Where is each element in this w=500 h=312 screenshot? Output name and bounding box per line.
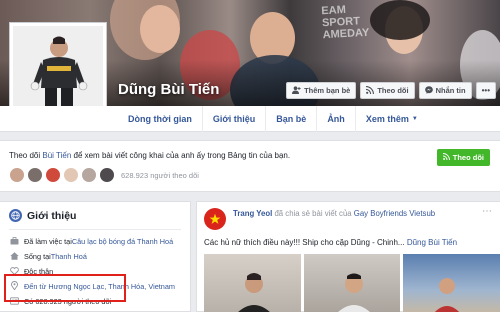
intro-home-row: Sống tại Thanh Hoá — [9, 249, 175, 264]
globe-icon — [9, 209, 22, 222]
intro-home-link[interactable]: Thanh Hoá — [51, 252, 87, 261]
profile-name[interactable]: Dũng Bùi Tiến — [118, 81, 219, 98]
follow-banner-text: Theo dõi Bùi Tiến để xem bài viết công k… — [9, 151, 290, 160]
profile-photo-figure — [13, 26, 103, 116]
cover-action-buttons: Thêm bạn bè Theo dõi Nhắn tin ••• — [286, 82, 496, 99]
tab-about[interactable]: Giới thiệu — [201, 106, 265, 132]
tab-friends[interactable]: Bạn bè — [265, 106, 316, 132]
follower-avatar[interactable] — [81, 167, 97, 183]
rss-icon — [366, 85, 375, 96]
post-header: Trang Yeol đã chia sẻ bài viết của Gay B… — [233, 209, 435, 218]
tab-more-label: Xem thêm — [365, 114, 409, 124]
post-action: đã chia sẻ bài viết của — [272, 209, 354, 218]
follower-avatar[interactable] — [27, 167, 43, 183]
post-photo[interactable] — [204, 254, 301, 312]
post-photo[interactable] — [403, 254, 500, 312]
briefcase-icon — [9, 236, 20, 247]
follow-cover-button[interactable]: Theo dõi — [360, 82, 415, 99]
follower-avatar[interactable] — [63, 167, 79, 183]
follow-button[interactable]: Theo dõi — [436, 149, 490, 166]
add-friend-icon — [292, 85, 301, 96]
tab-photos[interactable]: Ảnh — [316, 106, 355, 132]
post-photos — [204, 254, 500, 312]
post-body: Các hủ nữ thích điều này!!! Ship cho cặp… — [204, 238, 457, 247]
rss-icon — [442, 153, 450, 162]
follower-avatar[interactable] — [45, 167, 61, 183]
post-author-avatar[interactable] — [204, 208, 226, 230]
add-friend-button[interactable]: Thêm bạn bè — [286, 82, 357, 99]
more-dots-icon: ••• — [481, 86, 490, 95]
follow-cover-label: Theo dõi — [377, 86, 409, 95]
home-icon — [9, 251, 20, 262]
follow-banner: Theo dõi Bùi Tiến để xem bài viết công k… — [0, 140, 500, 192]
intro-home-prefix: Sống tại — [24, 252, 51, 261]
post-options-icon[interactable]: ⋯ — [482, 206, 492, 217]
intro-work-prefix: Đã làm việc tại — [24, 237, 72, 246]
follow-button-label: Theo dõi — [452, 153, 484, 162]
message-label: Nhắn tin — [435, 86, 466, 95]
intro-title: Giới thiệu — [27, 209, 77, 222]
feed-post: Trang Yeol đã chia sẻ bài viết của Gay B… — [196, 201, 500, 312]
messenger-icon — [424, 85, 433, 96]
tab-timeline[interactable]: Dòng thời gian — [118, 106, 202, 132]
message-button[interactable]: Nhắn tin — [418, 82, 472, 99]
post-page-link[interactable]: Gay Boyfriends Vietsub — [354, 209, 435, 218]
tab-more[interactable]: Xem thêm ▼ — [354, 106, 428, 132]
post-photo[interactable] — [303, 254, 401, 312]
cover-wall-text: EAM SPORT AMEDAY — [321, 3, 370, 42]
follow-banner-suffix: để xem bài viết công khai của anh ấy tro… — [71, 151, 291, 160]
post-body-text: Các hủ nữ thích điều này!!! Ship cho cặp… — [204, 238, 407, 247]
follower-avatar[interactable] — [99, 167, 115, 183]
more-options-button[interactable]: ••• — [475, 82, 496, 99]
follow-banner-name[interactable]: Bùi Tiến — [42, 151, 71, 160]
follower-count: 628.923 người theo dõi — [121, 170, 199, 180]
post-author[interactable]: Trang Yeol — [233, 209, 272, 218]
post-tag-link[interactable]: Dũng Bùi Tiến — [407, 238, 457, 247]
intro-panel: Giới thiệu Đã làm việc tại Câu lạc bộ bó… — [0, 201, 191, 312]
intro-work-row: Đã làm việc tại Câu lạc bộ bóng đá Thanh… — [9, 234, 175, 249]
star-icon — [209, 213, 221, 224]
add-friend-label: Thêm bạn bè — [304, 86, 351, 95]
intro-work-link[interactable]: Câu lạc bộ bóng đá Thanh Hoá — [72, 237, 173, 246]
follower-avatar[interactable] — [9, 167, 25, 183]
caret-down-icon: ▼ — [411, 116, 418, 122]
follow-banner-prefix: Theo dõi — [9, 151, 43, 160]
profile-nav-bar: Dòng thời gian Giới thiệu Bạn bè Ảnh Xem… — [0, 106, 500, 132]
red-highlight-box — [4, 274, 126, 302]
follower-avatars: 628.923 người theo dõi — [9, 167, 199, 183]
